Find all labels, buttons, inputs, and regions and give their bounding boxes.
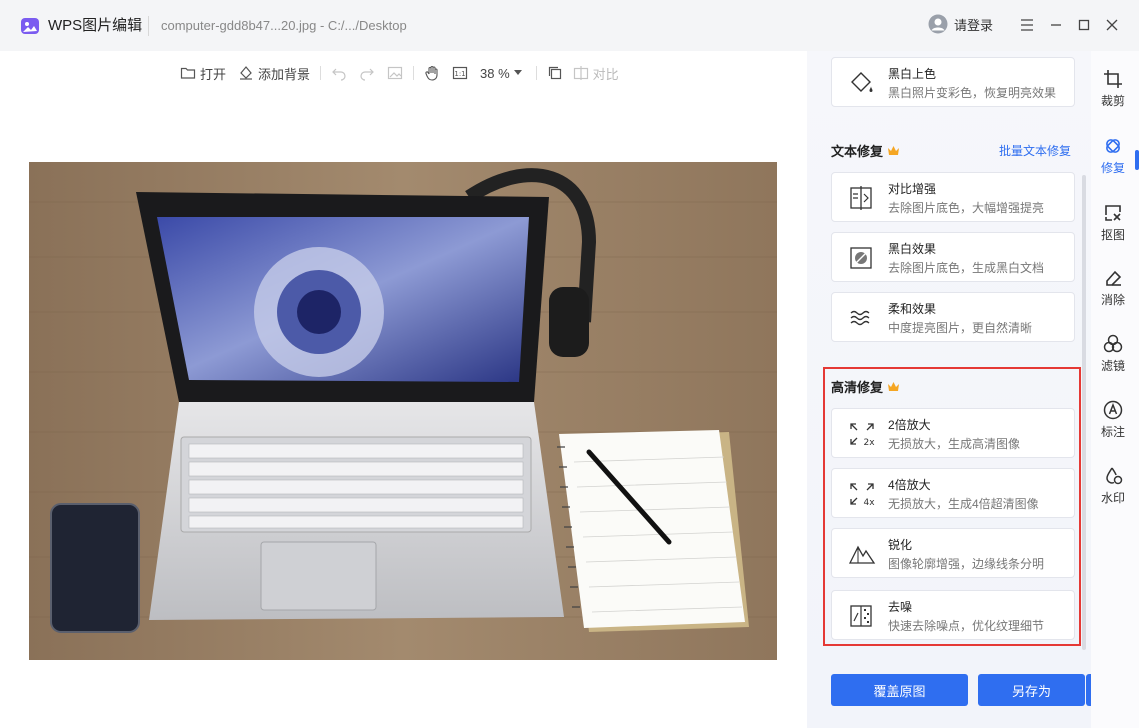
hand-icon[interactable]: [424, 65, 440, 81]
soft-effect-card[interactable]: 柔和效果 中度提亮图片，更自然清晰: [831, 292, 1075, 342]
minimize-button[interactable]: [1046, 15, 1066, 35]
text-repair-title: 文本修复: [831, 144, 884, 159]
menu-button[interactable]: [1017, 15, 1037, 35]
open-button[interactable]: 打开: [180, 64, 226, 83]
zoom-value: 38 %: [480, 65, 510, 81]
close-icon: [1106, 19, 1118, 31]
compare-label: 对比: [592, 66, 619, 82]
add-background-button[interactable]: 添加背景: [238, 64, 310, 83]
hd-repair-highlight: [823, 367, 1081, 646]
file-name: computer-gdd8b47...20.jpg - C:/.../Deskt…: [161, 18, 407, 33]
bw-effect-desc: 去除图片底色，生成黑白文档: [888, 261, 1045, 275]
chevron-down-icon: [513, 70, 522, 75]
maximize-icon: [1078, 19, 1090, 31]
contrast-enhance-desc: 去除图片底色，大幅增强提亮: [888, 201, 1045, 215]
login-button[interactable]: 请登录: [928, 14, 993, 34]
compare-icon: [573, 66, 588, 80]
actual-size-icon[interactable]: 1:1: [452, 65, 468, 81]
overwrite-original-button[interactable]: 覆盖原图: [831, 674, 968, 706]
toolbar-divider: [535, 66, 537, 80]
soft-effect-icon: [850, 310, 870, 326]
title-bar: WPS图片编辑 computer-gdd8b47...20.jpg - C:/.…: [0, 0, 1139, 51]
title-divider: [148, 16, 149, 36]
text-repair-heading: 文本修复: [831, 141, 900, 160]
add-background-icon: [240, 66, 253, 80]
app-name: WPS图片编辑: [48, 17, 143, 34]
rail-item-repair[interactable]: 修复: [1091, 136, 1135, 176]
save-as-button[interactable]: 另存为: [978, 674, 1085, 706]
minimize-icon: [1051, 24, 1061, 26]
cutout-icon: [1105, 205, 1121, 221]
rail-item-watermark[interactable]: 水印: [1091, 466, 1135, 506]
menu-icon: [1021, 19, 1033, 31]
rail-item-watermark-label: 水印: [1100, 491, 1125, 505]
compare-button[interactable]: 对比: [573, 64, 619, 83]
svg-text:1:1: 1:1: [454, 70, 465, 78]
bw-effect-card[interactable]: 黑白效果 去除图片底色，生成黑白文档: [831, 232, 1075, 282]
folder-icon: [180, 67, 196, 79]
image-toolbar: 打开 添加背景 1:1 38 % 对比: [180, 62, 619, 84]
contrast-enhance-card[interactable]: 对比增强 去除图片底色，大幅增强提亮: [831, 172, 1075, 222]
rail-item-filter[interactable]: 滤镜: [1091, 334, 1135, 374]
rail-item-crop[interactable]: 裁剪: [1091, 69, 1135, 109]
redo-icon[interactable]: [359, 65, 375, 81]
rail-item-cutout-label: 抠图: [1100, 228, 1125, 242]
colorize-title: 黑白上色: [888, 67, 937, 81]
save-as-label: 另存为: [1011, 683, 1051, 699]
filter-icon: [1103, 334, 1123, 353]
maximize-button[interactable]: [1074, 15, 1094, 35]
watermark-icon: [1106, 467, 1123, 485]
batch-text-repair-link[interactable]: 批量文本修复: [999, 142, 1071, 159]
annotate-icon: [1103, 400, 1123, 420]
rail-item-repair-label: 修复: [1100, 161, 1125, 175]
bw-effect-icon: [850, 247, 872, 269]
edited-photo: [29, 162, 777, 660]
rail-item-crop-label: 裁剪: [1100, 94, 1125, 108]
close-button[interactable]: [1102, 15, 1122, 35]
colorize-card[interactable]: 黑白上色 黑白照片变彩色，恢复明亮效果: [831, 57, 1075, 107]
rail-item-filter-label: 滤镜: [1100, 359, 1125, 373]
user-avatar-icon: [928, 14, 948, 34]
paint-bucket-icon: [851, 72, 873, 92]
colorize-desc: 黑白照片变彩色，恢复明亮效果: [888, 86, 1057, 100]
image-icon[interactable]: [387, 65, 403, 81]
rail-item-cutout[interactable]: 抠图: [1091, 203, 1135, 243]
crop-icon: [1104, 70, 1122, 88]
rail-item-annotate-label: 标注: [1100, 425, 1125, 439]
rail-item-eraser-label: 消除: [1100, 293, 1125, 307]
contrast-enhance-icon: [850, 186, 872, 210]
bw-effect-title: 黑白效果: [888, 242, 937, 256]
panel-scrollbar[interactable]: [1082, 175, 1086, 650]
open-label: 打开: [200, 66, 227, 82]
undo-icon[interactable]: [331, 65, 347, 81]
crown-icon: [888, 146, 900, 155]
overwrite-original-label: 覆盖原图: [873, 683, 926, 699]
toolbar-divider: [320, 66, 322, 80]
rail-item-annotate[interactable]: 标注: [1091, 400, 1135, 440]
add-background-label: 添加背景: [258, 66, 311, 82]
rail-item-eraser[interactable]: 消除: [1091, 268, 1135, 308]
soft-effect-desc: 中度提亮图片，更自然清晰: [888, 321, 1033, 335]
contrast-enhance-title: 对比增强: [888, 182, 937, 196]
zoom-select[interactable]: 38 %: [480, 66, 522, 81]
repair-icon: [1106, 139, 1120, 153]
app-logo-icon: [21, 18, 39, 34]
copy-icon[interactable]: [547, 65, 563, 81]
eraser-icon: [1106, 270, 1122, 286]
login-label: 请登录: [954, 17, 994, 33]
toolbar-divider: [413, 66, 415, 80]
soft-effect-title: 柔和效果: [888, 302, 937, 316]
active-tool-indicator: [1135, 150, 1139, 170]
